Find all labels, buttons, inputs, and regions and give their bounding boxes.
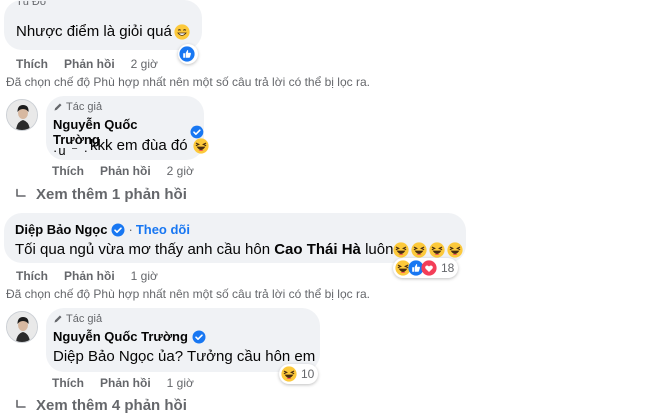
reply-author[interactable]: Nguyễn Quốc Trường bbox=[53, 329, 188, 344]
comment-author[interactable]: Diệp Bảo Ngọc bbox=[15, 222, 107, 237]
reaction-count: 10 bbox=[301, 367, 315, 381]
reply-time[interactable]: 1 giờ bbox=[167, 376, 194, 390]
view-more-replies-label: Xem thêm 4 phản hồi bbox=[36, 397, 187, 414]
reaction-summary[interactable]: 10 bbox=[279, 364, 319, 384]
comment-author[interactable]: Tú Đỗ bbox=[16, 1, 46, 8]
like-button[interactable]: Thích bbox=[16, 269, 48, 283]
avatar-image bbox=[7, 312, 37, 342]
reply-actions: Thích Phản hồi 2 giờ bbox=[52, 164, 194, 178]
laugh-emoji-icon bbox=[393, 242, 409, 258]
reply-arrow-icon bbox=[14, 399, 28, 413]
reaction-summary[interactable] bbox=[178, 44, 198, 64]
comment-actions: Thích Phản hồi 1 giờ bbox=[16, 269, 158, 283]
heart-reaction-icon bbox=[421, 260, 437, 276]
reply-arrow-icon bbox=[14, 188, 28, 202]
comment-text-end: luôn bbox=[360, 241, 394, 258]
verified-icon bbox=[111, 223, 125, 237]
laugh-emoji-icon bbox=[447, 242, 463, 258]
author-badge-label: Tác giả bbox=[66, 313, 103, 325]
laugh-reaction-icon bbox=[281, 366, 297, 382]
reply-bubble: Tác giả Nguyễn Quốc Trường ·u ⁻ · kkk em… bbox=[46, 96, 204, 160]
comment-text-start: Tối qua ngủ vừa mơ thấy anh cầu hôn bbox=[15, 241, 275, 258]
laugh-emoji-icon bbox=[429, 242, 445, 258]
avatar-image bbox=[7, 100, 37, 130]
verified-icon bbox=[192, 330, 206, 344]
reply-button[interactable]: Phản hồi bbox=[64, 269, 115, 283]
reply-text: kkk em đùa đó bbox=[90, 137, 188, 154]
avatar[interactable] bbox=[6, 99, 38, 131]
comment-time[interactable]: 2 giờ bbox=[131, 57, 158, 71]
like-reaction-icon bbox=[179, 46, 195, 62]
mentioned-name[interactable]: Cao Thái Hà bbox=[274, 240, 361, 259]
laugh-emoji-icon bbox=[193, 138, 209, 154]
pen-icon bbox=[53, 314, 63, 324]
grin-emoji-icon bbox=[174, 24, 190, 40]
follow-button[interactable]: Theo dõi bbox=[136, 222, 190, 237]
reply-button[interactable]: Phản hồi bbox=[100, 164, 151, 178]
reply-bubble: Tác giả Nguyễn Quốc Trường Diệp Bảo Ngọc… bbox=[46, 308, 320, 372]
reaction-summary[interactable]: 18 bbox=[393, 258, 459, 278]
filter-note: Đã chọn chế độ Phù hợp nhất nên một số c… bbox=[6, 75, 370, 89]
author-badge: Tác giả bbox=[53, 101, 102, 113]
comment-text: Tối qua ngủ vừa mơ thấy anh cầu hôn Cao … bbox=[15, 240, 463, 259]
reply-actions: Thích Phản hồi 1 giờ bbox=[52, 376, 194, 390]
reply-time[interactable]: 2 giờ bbox=[167, 164, 194, 178]
comment-bubble: Tú Đỗ Nhược điểm là giỏi quá bbox=[4, 0, 202, 50]
like-button[interactable]: Thích bbox=[52, 376, 84, 390]
pen-icon bbox=[53, 102, 63, 112]
reply-text: Diệp Bảo Ngọc ủa? Tưởng cầu hôn em bbox=[53, 348, 316, 365]
like-button[interactable]: Thích bbox=[52, 164, 84, 178]
separator-dot: · bbox=[128, 222, 133, 237]
filter-note: Đã chọn chế độ Phù hợp nhất nên một số c… bbox=[6, 287, 370, 301]
view-more-replies-label: Xem thêm 1 phản hồi bbox=[36, 186, 187, 203]
comment-text: Nhược điểm là giỏi quá bbox=[16, 23, 172, 40]
author-badge: Tác giả bbox=[53, 313, 102, 325]
avatar[interactable] bbox=[6, 311, 38, 343]
comment-bubble: Diệp Bảo Ngọc · Theo dõi Tối qua ngủ vừa… bbox=[4, 213, 466, 263]
comment-actions: Thích Phản hồi 2 giờ bbox=[16, 57, 158, 71]
reaction-count: 18 bbox=[441, 261, 455, 275]
view-more-replies-button[interactable]: Xem thêm 4 phản hồi bbox=[14, 397, 187, 414]
author-badge-label: Tác giả bbox=[66, 101, 103, 113]
laugh-emoji-icon bbox=[411, 242, 427, 258]
view-more-replies-button[interactable]: Xem thêm 1 phản hồi bbox=[14, 186, 187, 203]
mention-cutoff: ·u ⁻ · bbox=[53, 143, 89, 155]
reply-button[interactable]: Phản hồi bbox=[64, 57, 115, 71]
comment-time[interactable]: 1 giờ bbox=[131, 269, 158, 283]
like-button[interactable]: Thích bbox=[16, 57, 48, 71]
reply-button[interactable]: Phản hồi bbox=[100, 376, 151, 390]
